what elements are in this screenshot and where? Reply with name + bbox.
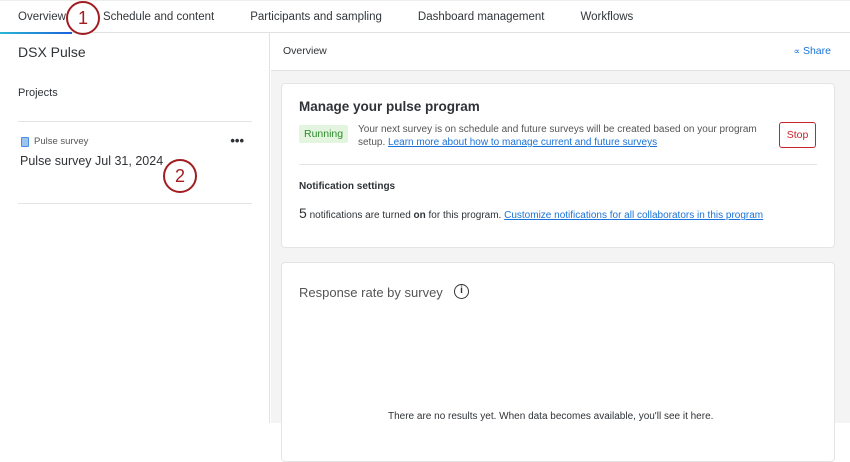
tab-workflows[interactable]: Workflows: [580, 1, 633, 33]
tab-overview[interactable]: Overview: [0, 1, 72, 34]
overview-title: Overview: [283, 45, 327, 57]
more-options-icon[interactable]: •••: [230, 133, 244, 148]
status-badge: Running: [299, 125, 349, 143]
customize-notifications-link[interactable]: Customize notifications for all collabor…: [504, 210, 763, 221]
manage-title: Manage your pulse program: [299, 99, 480, 114]
empty-state-message: There are no results yet. When data beco…: [388, 411, 714, 422]
response-rate-title: Response rate by survey: [299, 285, 443, 300]
manage-pulse-card: Manage your pulse program Running Your n…: [281, 83, 835, 248]
tab-bar: Overview Schedule and content Participan…: [0, 0, 850, 34]
callout-2: 2: [163, 159, 197, 193]
tab-participants-and-sampling[interactable]: Participants and sampling: [250, 1, 382, 33]
notification-heading: Notification settings: [299, 181, 396, 192]
sidebar: DSX Pulse Projects Pulse survey ••• Puls…: [0, 33, 270, 423]
response-rate-card: Response rate by survey i There are no r…: [281, 262, 835, 462]
project-name: Pulse survey Jul 31, 2024: [20, 154, 164, 168]
learn-more-link[interactable]: Learn more about how to manage current a…: [388, 137, 657, 148]
program-title: DSX Pulse: [18, 44, 86, 60]
status-description: Your next survey is on schedule and futu…: [358, 124, 757, 148]
stop-button[interactable]: Stop: [779, 122, 816, 148]
info-icon[interactable]: i: [454, 284, 469, 299]
overview-header: Overview ∝ Share: [271, 33, 850, 71]
clipboard-icon: [21, 137, 29, 147]
share-button[interactable]: ∝ Share: [794, 45, 831, 57]
share-icon: ∝: [793, 46, 801, 56]
project-type: Pulse survey: [34, 136, 89, 147]
tab-schedule-and-content[interactable]: Schedule and content: [103, 1, 214, 33]
callout-1: 1: [66, 1, 100, 35]
notification-summary: 5 notifications are turned on for this p…: [299, 205, 764, 221]
tab-dashboard-management[interactable]: Dashboard management: [418, 1, 545, 33]
project-item[interactable]: Pulse survey ••• Pulse survey Jul 31, 20…: [18, 133, 252, 203]
projects-heading: Projects: [18, 87, 58, 99]
main-panel: Overview ∝ Share Manage your pulse progr…: [271, 33, 850, 462]
